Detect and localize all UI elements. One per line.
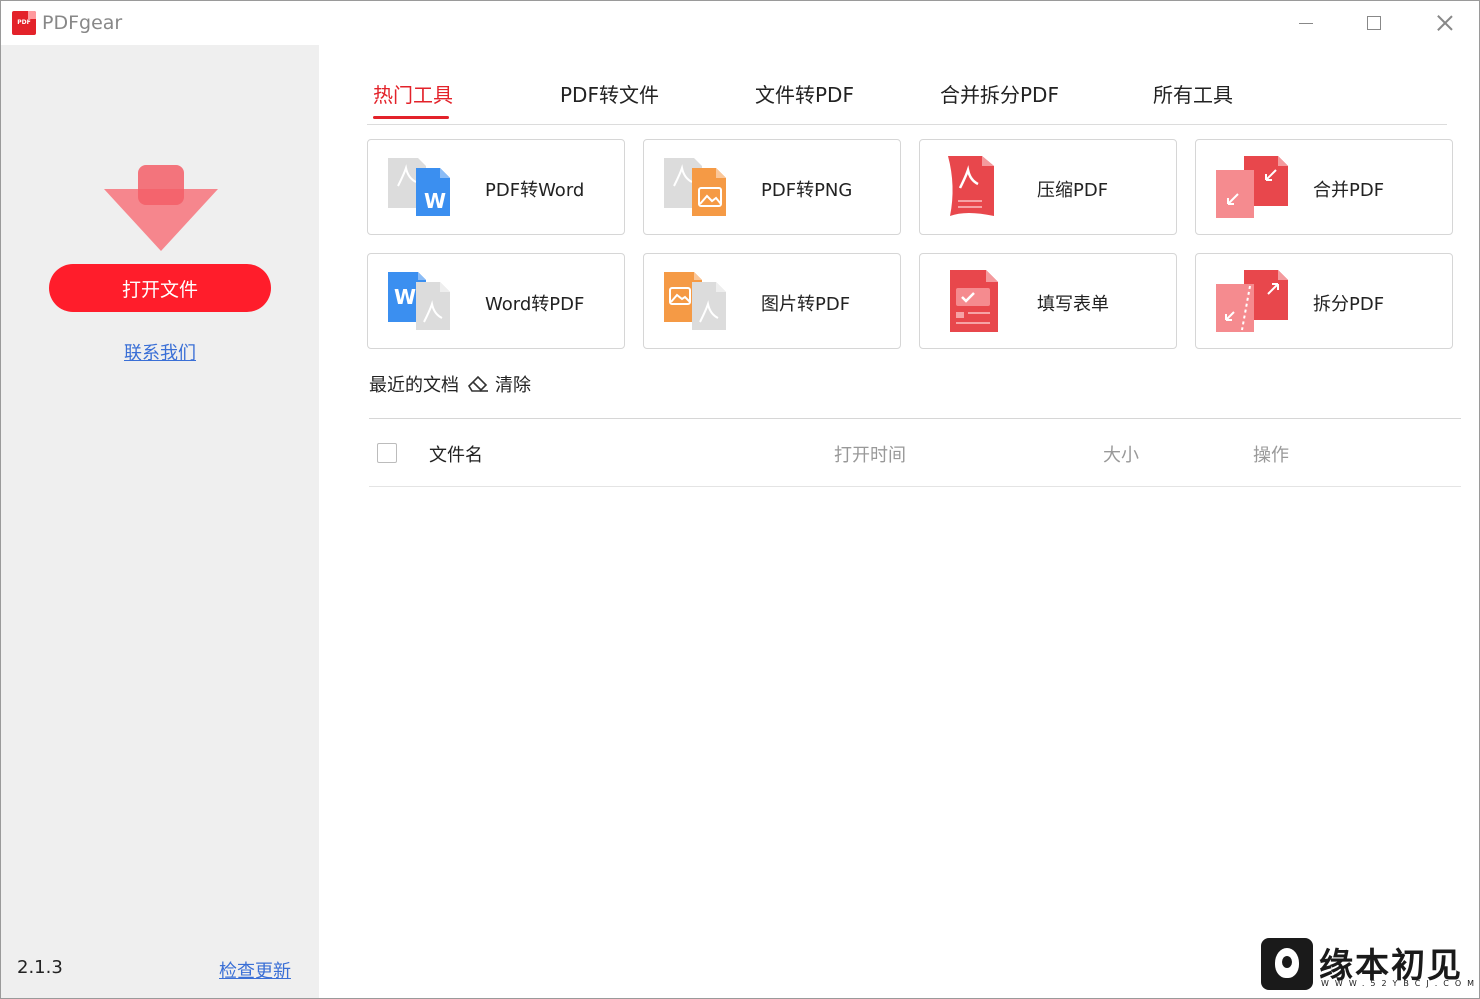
word-to-pdf-icon: W <box>388 272 450 330</box>
tool-card-merge-pdf[interactable]: 合并PDF <box>1195 139 1453 235</box>
tab-file-to-pdf[interactable]: 文件转PDF <box>755 79 854 108</box>
tool-card-image-to-pdf[interactable]: 图片转PDF <box>643 253 901 349</box>
tab-merge-split-pdf[interactable]: 合并拆分PDF <box>940 79 1059 108</box>
tool-label: 图片转PDF <box>761 294 851 315</box>
close-icon <box>1437 15 1453 31</box>
main-panel: 热门工具 PDF转文件 文件转PDF 合并拆分PDF 所有工具 W PDF转Wo… <box>319 45 1479 998</box>
watermark-logo-icon <box>1261 938 1313 990</box>
pdf-to-word-icon: W <box>388 158 450 216</box>
app-window: PDF PDFgear 打开文件 联系我们 2.1.3 检查更新 热门工具 PD… <box>0 0 1480 999</box>
tab-all-tools[interactable]: 所有工具 <box>1153 79 1233 108</box>
minimize-button[interactable] <box>1283 9 1329 37</box>
tab-bar: 热门工具 PDF转文件 文件转PDF 合并拆分PDF 所有工具 <box>367 75 1447 125</box>
tool-label: 填写表单 <box>1037 294 1109 315</box>
pdf-to-png-icon <box>664 158 726 216</box>
eraser-icon <box>467 375 488 392</box>
tool-card-compress-pdf[interactable]: 压缩PDF <box>919 139 1177 235</box>
contact-us-link[interactable]: 联系我们 <box>1 339 319 365</box>
tool-card-pdf-to-word[interactable]: W PDF转Word <box>367 139 625 235</box>
svg-text:W: W <box>394 285 416 309</box>
tab-hot-tools[interactable]: 热门工具 <box>373 79 453 119</box>
maximize-button[interactable] <box>1351 9 1397 37</box>
minimize-icon <box>1299 22 1313 24</box>
svg-text:W: W <box>424 189 446 213</box>
tool-label: Word转PDF <box>485 294 585 315</box>
tab-pdf-to-file[interactable]: PDF转文件 <box>560 79 659 108</box>
maximize-icon <box>1367 16 1381 30</box>
app-title: PDFgear <box>42 12 123 34</box>
watermark: 缘本初见 WWW.52YBCJ.COM <box>1261 938 1474 992</box>
close-button[interactable] <box>1422 9 1468 37</box>
check-update-link[interactable]: 检查更新 <box>219 957 291 983</box>
fill-form-icon <box>950 270 998 332</box>
merge-pdf-icon <box>1216 156 1288 218</box>
column-header-filename[interactable]: 文件名 <box>429 441 483 467</box>
watermark-subtext: WWW.52YBCJ.COM <box>1321 979 1480 988</box>
compress-pdf-icon <box>948 156 994 216</box>
recent-documents-title: 最近的文档 <box>369 375 459 396</box>
clear-label: 清除 <box>495 375 531 396</box>
tool-label: 拆分PDF <box>1313 294 1385 315</box>
column-header-size[interactable]: 大小 <box>1103 441 1139 467</box>
open-file-button[interactable]: 打开文件 <box>49 264 271 312</box>
tool-card-word-to-pdf[interactable]: W Word转PDF <box>367 253 625 349</box>
tool-label: 合并PDF <box>1313 180 1385 201</box>
download-arrow-icon <box>104 165 218 251</box>
tool-card-split-pdf[interactable]: 拆分PDF <box>1195 253 1453 349</box>
column-header-open-time[interactable]: 打开时间 <box>834 441 906 467</box>
tool-label: PDF转PNG <box>761 180 853 201</box>
title-bar: PDF PDFgear <box>1 1 1479 45</box>
recent-table-header: 文件名 打开时间 大小 操作 <box>369 418 1461 487</box>
select-all-checkbox[interactable] <box>377 443 397 463</box>
tool-label: PDF转Word <box>485 180 585 201</box>
tool-card-pdf-to-png[interactable]: PDF转PNG <box>643 139 901 235</box>
column-header-action: 操作 <box>1253 445 1289 466</box>
image-to-pdf-icon <box>664 272 726 330</box>
clear-recent-button[interactable]: 清除 <box>467 371 531 397</box>
tool-card-fill-form[interactable]: 填写表单 <box>919 253 1177 349</box>
app-logo: PDF <box>12 11 36 35</box>
tool-label: 压缩PDF <box>1037 180 1109 201</box>
split-pdf-icon <box>1216 270 1288 332</box>
sidebar: 打开文件 联系我们 2.1.3 检查更新 <box>1 45 319 998</box>
version-label: 2.1.3 <box>17 957 63 978</box>
